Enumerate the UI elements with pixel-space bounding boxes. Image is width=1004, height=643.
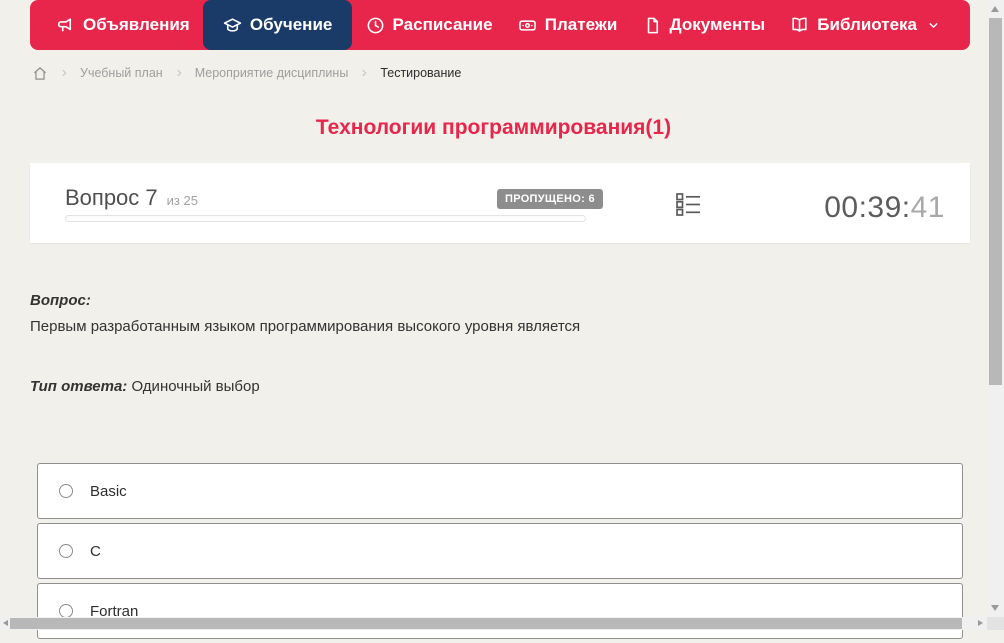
nav-item-label: Библиотека [817,15,917,34]
document-icon [643,16,662,35]
breadcrumb-item-study-plan[interactable]: Учебный план [80,66,163,80]
nav-item-announcements[interactable]: Объявления [44,0,202,50]
timer-hours-minutes: 00:39: [824,191,911,224]
option-label: Basic [90,482,127,500]
nav-item-label: Расписание [392,15,493,34]
page-title: Технологии программирования(1) [315,116,672,139]
option-label: C [90,542,101,560]
radio-basic[interactable] [59,484,73,498]
nav-item-label: Обучение [249,15,333,34]
option-c[interactable]: C [37,523,963,579]
banknote-icon [518,16,537,35]
radio-c[interactable] [59,544,73,558]
book-icon [790,16,809,35]
timer: 00:39:41 [824,191,945,225]
vertical-scrollbar[interactable] [987,0,1004,617]
answer-type-value: Одиночный выбор [131,378,260,395]
scroll-right-arrow-icon[interactable] [978,620,983,626]
breadcrumb-separator-icon [59,68,69,78]
answer-type-label: Тип ответа: [30,378,128,395]
timer-seconds: 41 [910,191,945,224]
nav-item-label: Документы [669,15,766,34]
radio-fortran[interactable] [59,604,73,618]
nav-item-schedule[interactable]: Расписание [354,0,505,50]
home-icon[interactable] [32,66,48,81]
megaphone-icon [56,16,75,35]
nav-item-documents[interactable]: Документы [631,0,778,50]
clock-icon [366,16,385,35]
progress-bar [65,215,586,222]
breadcrumb-item-testing: Тестирование [380,66,462,80]
breadcrumb-separator-icon [174,68,184,78]
scrollbar-corner [987,617,1004,630]
nav-item-learning[interactable]: Обучение [202,0,353,50]
answer-options: Basic C Fortran [37,463,963,643]
question-text: Первым разработанным языком программиров… [30,318,581,335]
nav-item-library[interactable]: Библиотека [778,0,952,50]
scroll-up-arrow-icon[interactable] [991,6,999,12]
question-header-card: Вопрос 7 из 25 ПРОПУЩЕНО: 6 00:39:41 [30,163,970,243]
answer-type-row: Тип ответа: Одиночный выбор [30,378,260,395]
breadcrumb-separator-icon [359,68,369,78]
vertical-scrollbar-thumb[interactable] [989,18,1002,385]
scroll-left-arrow-icon[interactable] [3,620,8,626]
question-total: из 25 [166,193,198,208]
top-navbar: Объявления Обучение Расписание Платежи Д… [30,0,970,50]
graduation-cap-icon [223,16,242,35]
breadcrumb: Учебный план Мероприятие дисциплины Тест… [32,63,461,83]
skipped-badge: ПРОПУЩЕНО: 6 [497,189,603,209]
question-number: Вопрос 7 [65,185,158,210]
nav-item-label: Платежи [544,15,618,34]
option-fortran[interactable]: Fortran [37,583,963,639]
breadcrumb-item-discipline-event[interactable]: Мероприятие дисциплины [195,66,349,80]
nav-item-payments[interactable]: Платежи [506,0,630,50]
chevron-down-icon [925,19,940,32]
question-heading: Вопрос: [30,292,91,309]
horizontal-scrollbar-thumb[interactable] [10,618,962,629]
nav-item-label: Объявления [83,15,190,34]
option-basic[interactable]: Basic [37,463,963,519]
horizontal-scrollbar[interactable] [0,617,987,630]
question-list-icon[interactable] [675,191,702,218]
scroll-down-arrow-icon[interactable] [991,605,999,611]
question-counter: Вопрос 7 из 25 [65,185,198,211]
